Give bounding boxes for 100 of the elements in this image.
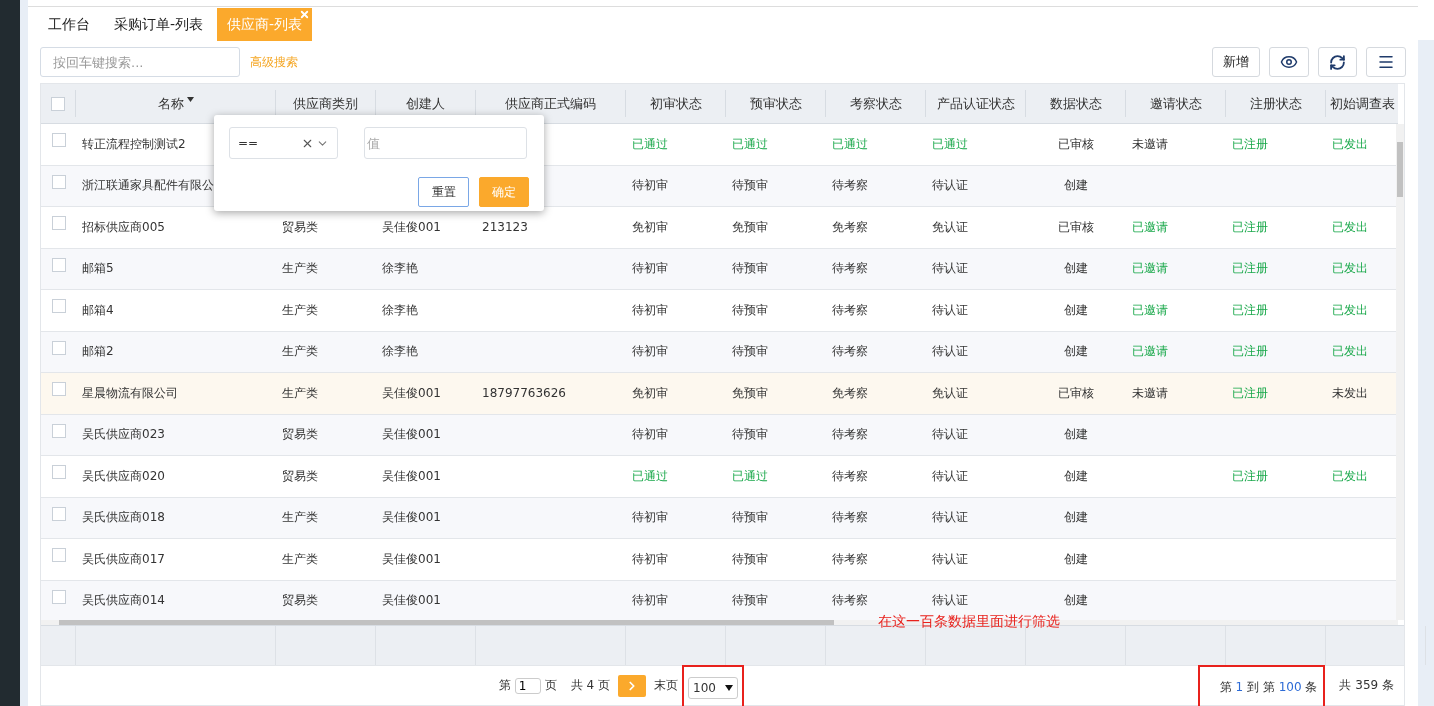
column-header[interactable]: 创建人 [406,94,445,113]
checkbox[interactable] [51,465,66,480]
status-text: 创建 [1064,260,1088,278]
table-cell: 生产类 [282,384,318,402]
column-header[interactable]: 初始调查表 [1330,94,1395,113]
range-text: 第 1 到 第 100 条 [1219,679,1318,696]
status-text: 已通过 [632,467,668,485]
status-text: 待考察 [832,177,868,195]
status-text: 待考察 [832,467,868,485]
column-header[interactable]: 考察状态 [849,94,902,113]
checkbox[interactable] [51,257,66,272]
page-input[interactable]: 1 [514,677,541,694]
status-text: 待认证 [932,550,968,568]
table-cell: 生产类 [282,509,318,527]
status-text: 待预审 [732,509,768,527]
reset-button[interactable]: 重置 [418,177,469,207]
sort-caret-icon[interactable] [186,97,194,102]
column-header[interactable]: 名称 [157,94,194,113]
menu-button[interactable] [1366,47,1406,77]
table-cell: 吴佳俊001 [382,218,441,236]
status-text: 免预审 [732,384,768,402]
column-header[interactable]: 供应商类别 [293,94,358,113]
status-text: 已注册 [1232,467,1268,485]
search-field[interactable]: 按回车键搜索... [40,47,240,77]
value-field[interactable]: 值 [364,127,527,159]
table-cell: 徐李艳 [382,343,418,361]
refresh-button[interactable] [1318,47,1357,77]
tab[interactable]: 采购订单-列表 [104,8,214,41]
table-cell: 吴氏供应商018 [82,509,165,527]
status-text: 待初审 [632,177,668,195]
refresh-icon [1329,53,1346,71]
table-cell: 吴佳俊001 [382,550,441,568]
status-text: 已发出 [1332,301,1368,319]
table-cell: 转正流程控制测试2 [82,135,186,153]
status-text: 待初审 [632,509,668,527]
status-text: 已通过 [832,135,868,153]
status-text: 已通过 [932,135,968,153]
status-text: 已注册 [1232,384,1268,402]
status-text: 待考察 [832,260,868,278]
checkbox[interactable] [51,340,66,355]
column-header[interactable]: 数据状态 [1049,94,1102,113]
column-header[interactable]: 初审状态 [649,94,702,113]
table-cell: 吴氏供应商017 [82,550,165,568]
checkbox[interactable] [51,174,66,189]
annotation-text: 在这一百条数据里面进行筛选 [878,613,1060,631]
status-text: 未发出 [1332,384,1368,402]
checkbox[interactable] [51,548,66,563]
status-text: 已发出 [1332,218,1368,236]
status-text: 待认证 [932,426,968,444]
table-cell: 贸易类 [282,467,318,485]
status-text: 免初审 [632,218,668,236]
checkbox[interactable] [51,423,66,438]
operator-select[interactable]: == [229,127,338,159]
close-icon[interactable] [299,9,311,20]
table-cell: 邮箱4 [82,301,114,319]
column-header[interactable]: 注册状态 [1249,94,1302,113]
status-text: 已邀请 [1132,301,1168,319]
checkbox[interactable] [51,96,65,111]
status-text: 待考察 [832,301,868,319]
tab[interactable]: 工作台 [38,8,100,41]
column-header[interactable]: 供应商正式编码 [505,94,596,113]
status-text: 已邀请 [1132,260,1168,278]
status-text: 待认证 [932,301,968,319]
status-text: 未邀请 [1132,384,1168,402]
checkbox[interactable] [51,589,66,604]
checkbox[interactable] [51,133,66,148]
checkbox[interactable] [51,382,66,397]
checkbox[interactable] [51,216,66,231]
status-text: 已通过 [732,467,768,485]
status-text: 已审核 [1058,384,1094,402]
status-text: 已注册 [1232,343,1268,361]
status-text: 待预审 [732,592,768,610]
eye-button[interactable] [1269,47,1309,77]
table-cell: 徐李艳 [382,260,418,278]
next-page-button[interactable] [618,674,646,697]
status-text: 免认证 [932,384,968,402]
column-header[interactable]: 产品认证状态 [936,94,1015,113]
column-header[interactable]: 预审状态 [749,94,802,113]
status-text: 待考察 [832,426,868,444]
status-text: 待初审 [632,592,668,610]
status-text: 待认证 [932,467,968,485]
vertical-scrollbar[interactable] [1396,124,1404,620]
status-text: 待初审 [632,426,668,444]
table-cell: 吴氏供应商023 [82,426,165,444]
status-text: 待考察 [832,343,868,361]
status-text: 待初审 [632,301,668,319]
status-text: 待预审 [732,260,768,278]
checkbox[interactable] [51,299,66,314]
total-text: 共 359 条 [1339,677,1394,694]
status-text: 待认证 [932,177,968,195]
page-size-select[interactable]: 100 [688,676,738,699]
last-page-link[interactable]: 末页 [654,677,678,694]
status-text: 创建 [1064,301,1088,319]
pager-text: 共 4 页 [570,677,610,694]
status-text: 免预审 [732,218,768,236]
status-text: 已发出 [1332,467,1368,485]
add-button[interactable]: 新增 [1212,47,1260,77]
checkbox[interactable] [51,506,66,521]
column-header[interactable]: 邀请状态 [1149,94,1202,113]
status-text: 免认证 [932,218,968,236]
